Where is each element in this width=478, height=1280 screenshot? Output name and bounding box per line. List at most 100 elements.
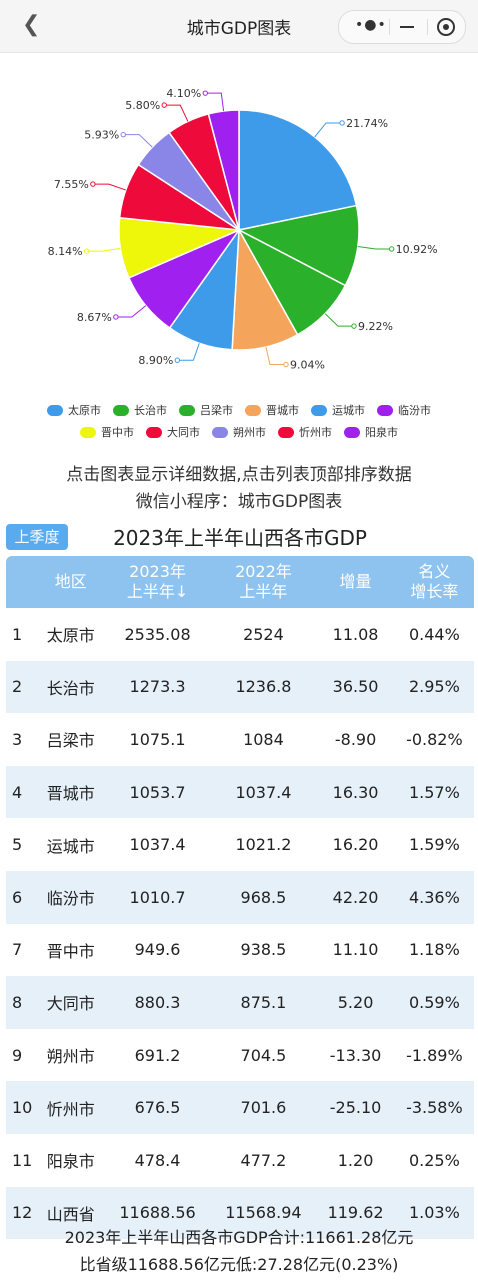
leader-line xyxy=(123,134,153,148)
column-header[interactable] xyxy=(6,556,37,608)
legend-item[interactable]: 晋中市 xyxy=(80,424,134,440)
pie-chart[interactable]: 21.74% 10.92% 9.22% 9.04% 8.90% 8.67% 8.14% 7.5… xyxy=(0,53,478,398)
table-cell: 阳泉市 xyxy=(46,1152,95,1172)
legend-item[interactable]: 大同市 xyxy=(146,424,200,440)
table-row[interactable]: 2 长治市 1273.3 1236.8 36.50 2.95% xyxy=(6,660,474,714)
minimize-icon[interactable] xyxy=(400,26,414,28)
table-cell: 478.4 xyxy=(134,1150,181,1170)
table-row[interactable]: 8 大同市 880.3 875.1 5.20 0.59% xyxy=(6,976,474,1029)
legend-item[interactable]: 运城市 xyxy=(311,402,365,418)
table-cell: 11 xyxy=(12,1150,33,1170)
legend-label: 太原市 xyxy=(68,404,101,417)
table-cell: 9 xyxy=(12,1045,23,1065)
legend-item[interactable]: 晋城市 xyxy=(245,402,299,418)
leader-dot xyxy=(161,102,167,108)
table-cell: 2 xyxy=(12,677,23,697)
pie-data-label: 4.10% xyxy=(166,87,201,100)
legend-swatch xyxy=(146,426,162,438)
pie-data-label: 9.04% xyxy=(290,358,325,371)
leader-line xyxy=(205,92,225,112)
table-header-row[interactable]: 地区 2023年 上半年↓ 2022年 上半年 增量 名义 增长率 xyxy=(6,556,474,608)
table-cell: 880.3 xyxy=(134,992,181,1012)
legend-label: 长治市 xyxy=(134,404,167,417)
table-cell: 3 xyxy=(12,729,23,749)
legend-item[interactable]: 太原市 xyxy=(47,402,101,418)
table-cell: 1.18% xyxy=(408,940,460,960)
pie-data-label: 9.22% xyxy=(358,320,393,333)
summary-line-1: 2023年上半年山西各市GDP合计:11661.28亿元 xyxy=(64,1228,414,1247)
table-cell: 1021.2 xyxy=(235,835,292,855)
pie-data-label: 7.55% xyxy=(54,178,89,191)
pie-data-label: 21.74% xyxy=(346,117,388,130)
legend-swatch xyxy=(47,404,63,416)
column-header[interactable]: 2022年 上半年 xyxy=(210,556,316,608)
table-row[interactable]: 7 晋中市 949.6 938.5 11.10 1.18% xyxy=(6,924,474,977)
table-cell: 2524 xyxy=(243,624,284,644)
table-cell: 忻州市 xyxy=(46,1099,95,1119)
table-row[interactable]: 11 阳泉市 478.4 477.2 1.20 0.25% xyxy=(6,1134,474,1187)
legend-swatch xyxy=(344,426,360,438)
pie-data-label: 10.92% xyxy=(396,243,438,256)
leader-dot xyxy=(120,131,126,138)
previous-quarter-button[interactable]: 上季度 xyxy=(6,524,68,550)
column-header[interactable]: 增量 xyxy=(316,556,394,608)
summary-line-2: 比省级11688.56亿元低:27.28亿元(0.23%) xyxy=(79,1255,399,1274)
legend-swatch xyxy=(245,404,261,416)
table-cell: 临汾市 xyxy=(46,889,95,909)
table-cell: 0.25% xyxy=(408,1150,460,1170)
legend-item[interactable]: 长治市 xyxy=(113,402,167,418)
legend-swatch xyxy=(179,404,195,416)
table-cell: 长治市 xyxy=(46,678,95,698)
table-cell: -1.89% xyxy=(406,1045,463,1065)
pie-data-label: 5.80% xyxy=(125,99,160,112)
legend-item[interactable]: 阳泉市 xyxy=(344,424,398,440)
table-row[interactable]: 6 临汾市 1010.7 968.5 42.20 4.36% xyxy=(6,870,474,924)
table-cell: 1236.8 xyxy=(235,677,292,697)
legend-item[interactable]: 吕梁市 xyxy=(179,402,233,418)
gdp-table: 地区 2023年 上半年↓ 2022年 上半年 增量 名义 增长率 1 太原市 2535.08 25… xyxy=(6,556,474,1240)
column-header[interactable]: 2023年 上半年↓ xyxy=(105,556,211,608)
legend-label: 晋城市 xyxy=(266,404,299,417)
more-icon[interactable]: •●• xyxy=(355,17,387,33)
column-header[interactable]: 地区 xyxy=(37,556,105,608)
leader-line xyxy=(177,343,200,361)
table-cell: 968.5 xyxy=(240,887,287,907)
legend-item[interactable]: 临汾市 xyxy=(377,402,431,418)
table-cell: 1273.3 xyxy=(129,677,186,697)
table-cell: 6 xyxy=(12,887,23,907)
mini-program-capsule: •●• xyxy=(338,10,466,44)
table-row[interactable]: 9 朔州市 691.2 704.5 -13.30 -1.89% xyxy=(6,1029,474,1082)
legend-swatch xyxy=(311,404,327,416)
legend-swatch xyxy=(80,426,96,438)
legend-item[interactable]: 朔州市 xyxy=(212,424,266,440)
table-cell: 701.6 xyxy=(240,1098,287,1118)
leader-dot xyxy=(388,246,395,252)
summary-text: 2023年上半年山西各市GDP合计:11661.28亿元 比省级11688.56… xyxy=(0,1224,478,1278)
column-header[interactable]: 名义 增长率 xyxy=(395,556,474,608)
table-row[interactable]: 1 太原市 2535.08 2524 11.08 0.44% xyxy=(6,608,474,661)
table-row[interactable]: 10 忻州市 676.5 701.6 -25.10 -3.58% xyxy=(6,1081,474,1134)
notice-line-1: 点击图表显示详细数据,点击列表顶部排序数据 xyxy=(66,465,412,485)
table-row[interactable]: 3 吕梁市 1075.1 1084 -8.90 -0.82% xyxy=(6,713,474,766)
table-cell: 吕梁市 xyxy=(46,731,95,751)
legend-item[interactable]: 忻州市 xyxy=(278,424,332,440)
table-cell: 477.2 xyxy=(240,1150,287,1170)
close-record-icon[interactable] xyxy=(437,18,455,36)
table-cell: 0.44% xyxy=(408,624,460,644)
table-row[interactable]: 5 运城市 1037.4 1021.2 16.20 1.59% xyxy=(6,818,474,871)
table-cell: 1.57% xyxy=(408,782,460,802)
legend-label: 吕梁市 xyxy=(200,404,233,417)
leader-line xyxy=(314,122,343,138)
legend-label: 忻州市 xyxy=(299,426,332,439)
notice-text: 点击图表显示详细数据,点击列表顶部排序数据 微信小程序：城市GDP图表 xyxy=(0,462,478,516)
table-cell: -13.30 xyxy=(329,1045,382,1065)
leader-line xyxy=(92,183,126,191)
legend-label: 晋中市 xyxy=(101,426,134,439)
table-cell: 1037.4 xyxy=(235,782,292,802)
table-cell: 8 xyxy=(12,992,23,1012)
table-row[interactable]: 4 晋城市 1053.7 1037.4 16.30 1.57% xyxy=(6,765,474,819)
table-cell: -0.82% xyxy=(406,729,463,749)
leader-line xyxy=(86,247,121,252)
table-cell: 1010.7 xyxy=(129,887,186,907)
table-cell: 5.20 xyxy=(337,992,374,1012)
